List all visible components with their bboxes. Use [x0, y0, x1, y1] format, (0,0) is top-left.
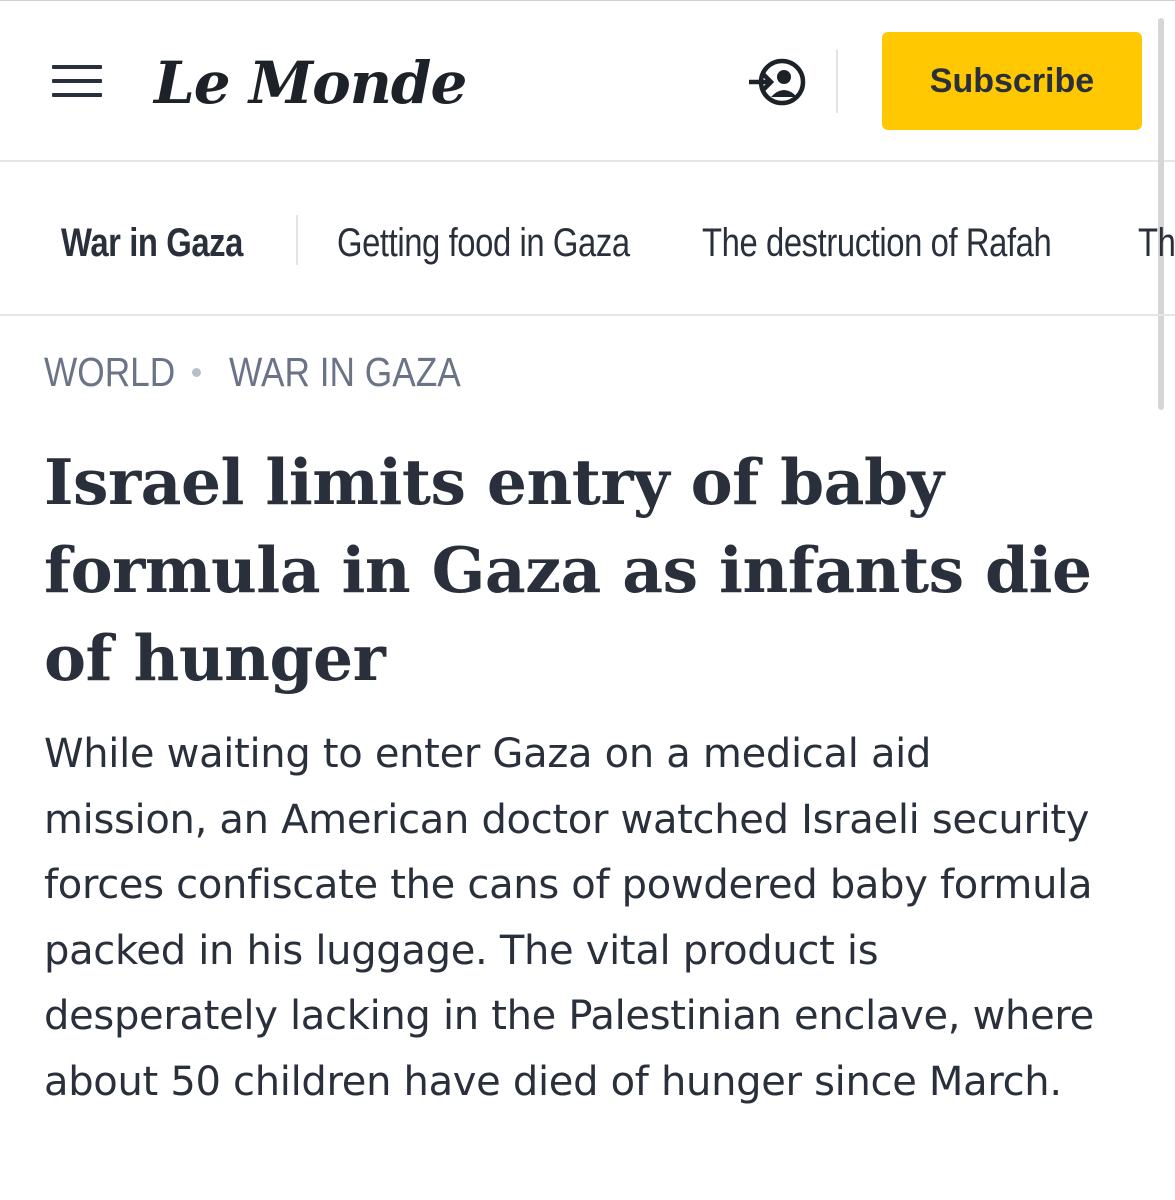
topic-tag-bar: War in Gaza Getting food in Gaza The des… [0, 162, 1175, 316]
breadcrumb-separator [192, 368, 201, 377]
tag-getting-food-in-gaza[interactable]: Getting food in Gaza [337, 220, 630, 266]
article-headline: Israel limits entry of baby formula in G… [44, 445, 1092, 695]
login-icon[interactable] [747, 57, 809, 107]
tag-next-truncated[interactable]: Th [1138, 220, 1175, 266]
header-divider [836, 50, 838, 113]
site-header: Le Monde Subscribe [0, 0, 1175, 162]
breadcrumb-section[interactable]: WORLD [44, 348, 175, 396]
tag-war-in-gaza[interactable]: War in Gaza [61, 220, 243, 266]
article-lede: While waiting to enter Gaza on a medical… [44, 731, 1094, 1105]
tag-divider [296, 215, 298, 265]
hamburger-menu-icon[interactable] [52, 63, 102, 99]
breadcrumb-subsection[interactable]: WAR IN GAZA [229, 348, 461, 396]
tag-destruction-of-rafah[interactable]: The destruction of Rafah [702, 220, 1052, 266]
subscribe-button[interactable]: Subscribe [882, 32, 1142, 130]
site-logo[interactable]: Le Monde [154, 48, 467, 118]
